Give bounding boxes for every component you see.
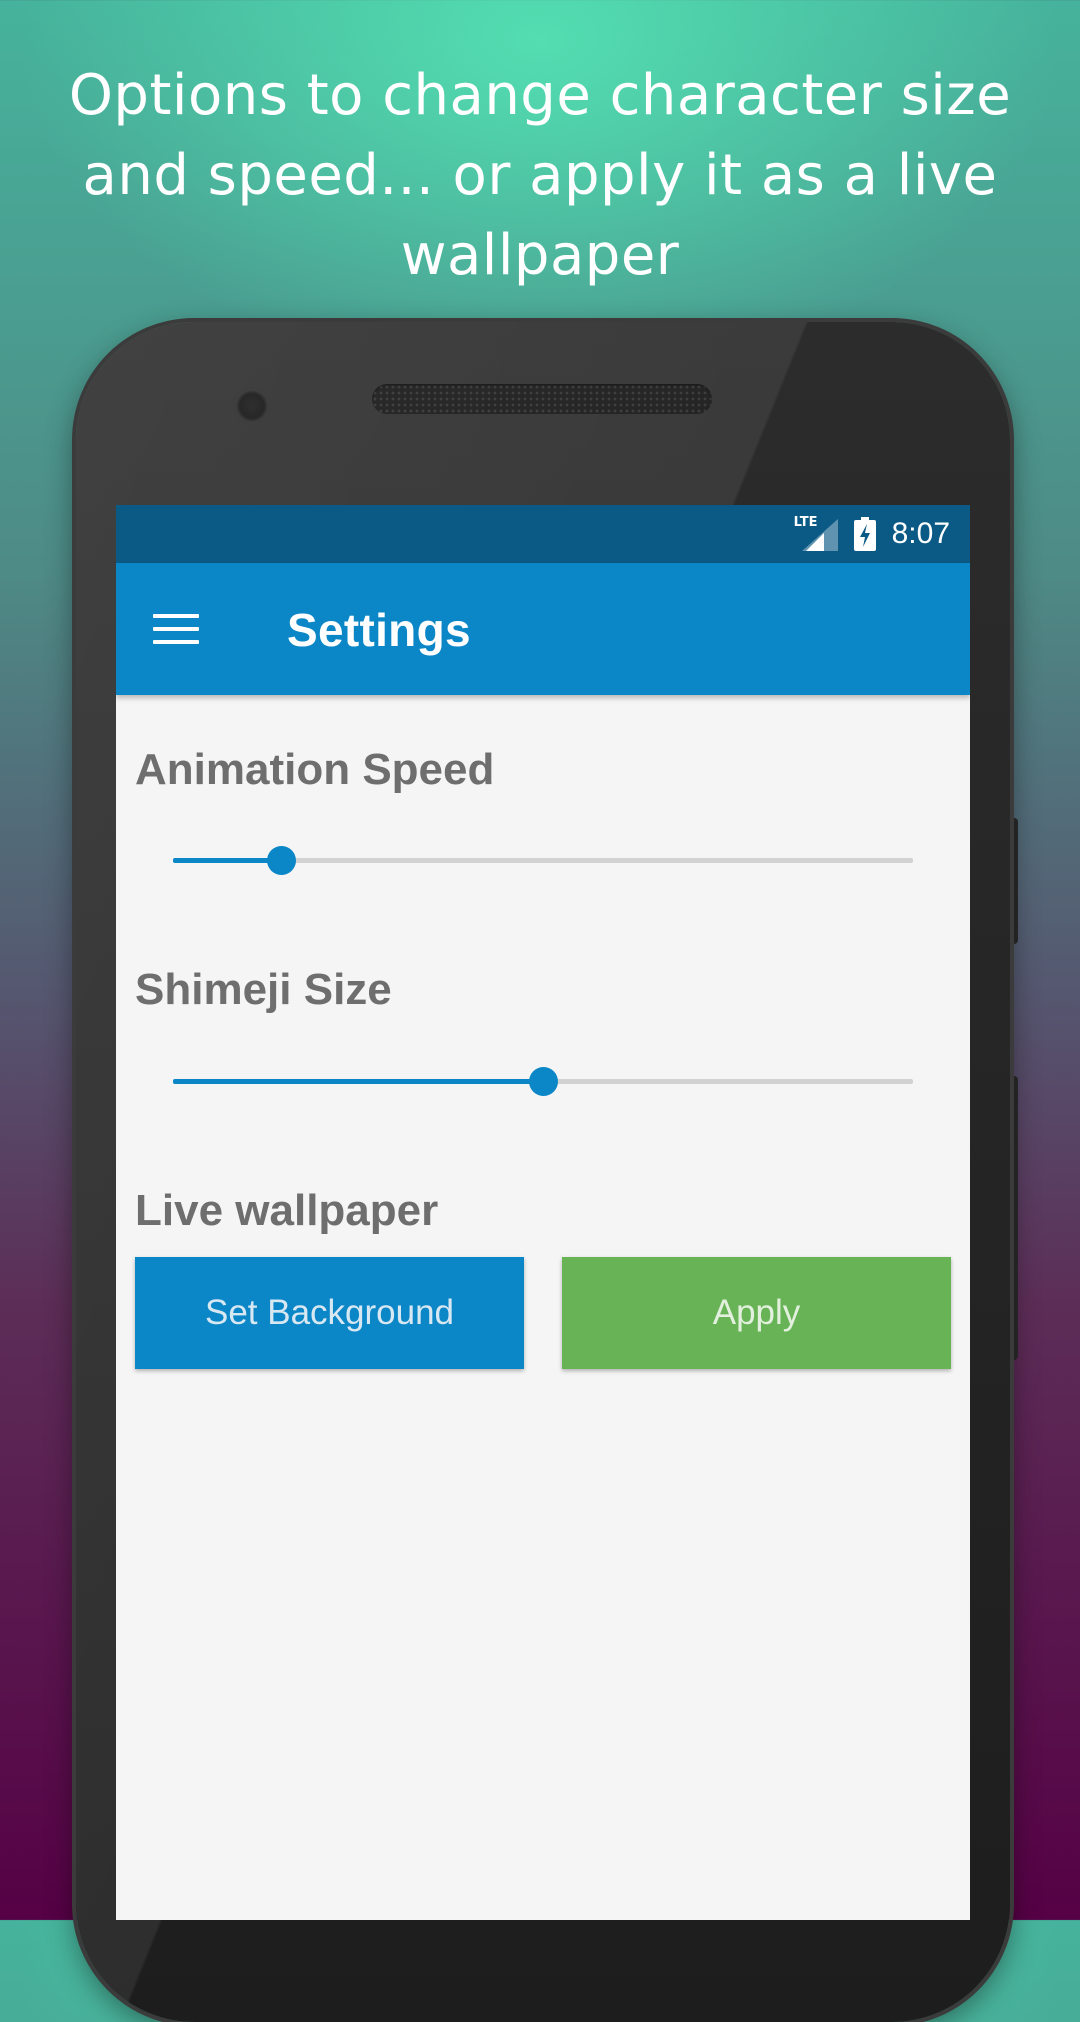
promo-headline: Options to change character size and spe… xyxy=(68,63,1012,288)
shimeji-size-label: Shimeji Size xyxy=(135,965,392,1014)
shimeji-size-slider[interactable] xyxy=(173,1061,913,1101)
menu-button[interactable] xyxy=(146,599,206,659)
earpiece-speaker xyxy=(372,384,712,414)
page-title: Settings xyxy=(287,604,471,656)
live-wallpaper-label: Live wallpaper xyxy=(135,1186,439,1235)
apply-button[interactable]: Apply xyxy=(562,1257,951,1369)
app-bar: Settings xyxy=(116,563,970,695)
set-background-button[interactable]: Set Background xyxy=(135,1257,524,1369)
front-camera xyxy=(233,387,271,425)
lte-signal-icon: LTE xyxy=(794,515,838,551)
slider-thumb[interactable] xyxy=(528,1067,558,1096)
slider-thumb[interactable] xyxy=(266,846,296,875)
phone-volume-button xyxy=(1010,818,1018,944)
hamburger-menu-icon xyxy=(153,614,199,644)
battery-charging-icon xyxy=(853,517,876,551)
status-clock: 8:07 xyxy=(891,517,950,550)
phone-screen: LTE 8:07 Settings Animation Speed Shimej… xyxy=(116,505,970,1920)
phone-power-button xyxy=(1010,1076,1018,1360)
animation-speed-slider[interactable] xyxy=(173,840,913,880)
slider-fill xyxy=(173,858,282,863)
status-bar: LTE 8:07 xyxy=(116,505,970,563)
signal-strength-icon xyxy=(801,519,838,551)
status-icons: LTE 8:07 xyxy=(794,505,950,563)
animation-speed-label: Animation Speed xyxy=(135,745,495,794)
slider-fill xyxy=(173,1079,543,1084)
